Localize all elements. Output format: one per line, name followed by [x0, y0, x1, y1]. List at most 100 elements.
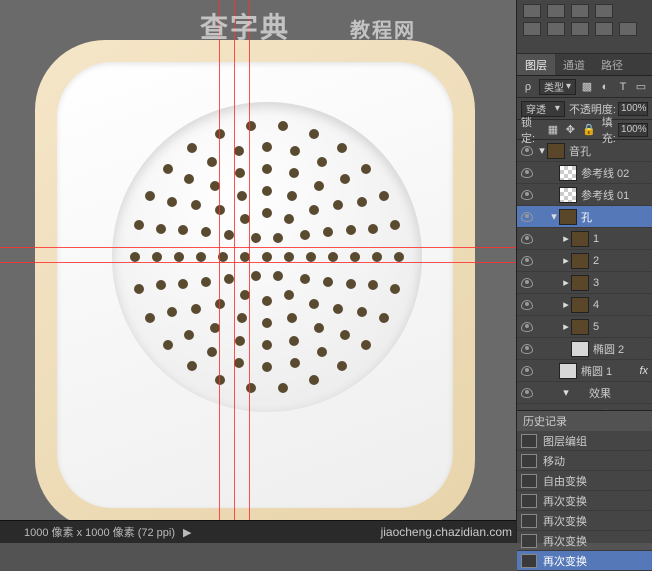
layer-name[interactable]: 4 [593, 299, 599, 311]
visibility-eye-icon[interactable] [521, 344, 533, 354]
history-step-label: 再次变换 [543, 493, 587, 509]
layer-row[interactable]: ▾ 效果 [517, 382, 652, 404]
character-icon[interactable] [595, 4, 613, 18]
guide-horizontal-center[interactable] [0, 262, 516, 263]
disclosure-triangle-icon[interactable]: ▾ [561, 386, 571, 399]
visibility-eye-icon[interactable] [521, 278, 533, 288]
speaker-circle [112, 102, 422, 412]
disclosure-triangle-icon[interactable]: ▸ [561, 254, 571, 267]
history-item[interactable]: 再次变换 [517, 511, 652, 531]
layer-row[interactable]: ▸3 [517, 272, 652, 294]
history-item[interactable]: 再次变换 [517, 491, 652, 511]
history-item[interactable]: 移动 [517, 451, 652, 471]
paragraph-icon[interactable] [571, 22, 589, 36]
layer-name[interactable]: 5 [593, 321, 599, 333]
visibility-eye-icon[interactable] [521, 168, 533, 178]
adjustments-icon[interactable] [523, 22, 541, 36]
speaker-hole [215, 375, 225, 385]
history-item[interactable]: 图层编组 [517, 431, 652, 451]
history-item[interactable]: 再次变换 [517, 531, 652, 551]
disclosure-triangle-icon[interactable]: ▸ [561, 298, 571, 311]
layer-row[interactable]: 内阴影 [517, 404, 652, 410]
chevron-right-icon[interactable]: ▶ [183, 526, 191, 539]
speaker-hole [262, 186, 272, 196]
disclosure-triangle-icon[interactable]: ▾ [549, 210, 559, 223]
lock-all-icon[interactable]: 🔒 [582, 123, 596, 137]
masks-icon[interactable] [595, 22, 613, 36]
guide-vertical-2[interactable] [249, 0, 250, 520]
disclosure-triangle-icon[interactable]: ▸ [561, 320, 571, 333]
visibility-eye-icon[interactable] [521, 146, 533, 156]
filter-type-dropdown[interactable]: 类型▾ [539, 79, 576, 95]
layer-name[interactable]: 参考线 02 [581, 165, 629, 181]
visibility-eye-icon[interactable] [521, 256, 533, 266]
layer-name[interactable]: 参考线 01 [581, 187, 629, 203]
history-panel-title[interactable]: 历史记录 [517, 411, 652, 431]
layer-row[interactable]: ▸5 [517, 316, 652, 338]
disclosure-triangle-icon[interactable]: ▸ [561, 276, 571, 289]
layer-name[interactable]: 椭圆 2 [593, 341, 624, 357]
visibility-eye-icon[interactable] [521, 410, 533, 411]
styles-icon[interactable] [571, 4, 589, 18]
layer-name[interactable]: 效果 [589, 385, 611, 401]
fx-badge[interactable]: fx [639, 365, 648, 377]
speaker-hole [167, 307, 177, 317]
speaker-hole [262, 296, 272, 306]
guide-vertical-center[interactable] [234, 0, 235, 520]
layer-row[interactable]: ▾孔 [517, 206, 652, 228]
folder-icon [559, 209, 577, 225]
brush-icon[interactable] [547, 22, 565, 36]
fill-input[interactable]: 100% [618, 123, 648, 137]
canvas-area[interactable]: 查字典教程网 [0, 0, 516, 520]
tab-channels[interactable]: 通道 [555, 54, 593, 75]
history-item[interactable]: 再次变换 [517, 551, 652, 571]
speaker-hole [174, 252, 184, 262]
layer-row[interactable]: ▸1 [517, 228, 652, 250]
layer-name[interactable]: 2 [593, 255, 599, 267]
layer-row[interactable]: 椭圆 2 [517, 338, 652, 360]
layer-name[interactable]: 3 [593, 277, 599, 289]
speaker-hole [350, 252, 360, 262]
lock-pixels-icon[interactable]: ▦ [547, 123, 558, 137]
layer-name[interactable]: 孔 [581, 209, 592, 225]
layer-row[interactable]: ▾ 音孔 [517, 140, 652, 162]
disclosure-triangle-icon[interactable]: ▾ [537, 144, 547, 157]
guide-horizontal-2[interactable] [0, 247, 516, 248]
guide-vertical-3[interactable] [219, 0, 220, 520]
lock-position-icon[interactable]: ✥ [565, 123, 576, 137]
layer-row[interactable]: 参考线 01 [517, 184, 652, 206]
icon-wood-frame [35, 40, 475, 530]
align-icon[interactable] [523, 4, 541, 18]
filter-pixel-icon[interactable]: ▩ [580, 80, 594, 94]
history-item[interactable]: 自由变换 [517, 471, 652, 491]
layer-row[interactable]: 椭圆 1 fx [517, 360, 652, 382]
layers-tree[interactable]: ▾音孔参考线 02参考线 01▾孔▸1▸2▸3▸4▸5椭圆 2椭圆 1fx▾效果… [517, 140, 652, 410]
visibility-eye-icon[interactable] [521, 190, 533, 200]
visibility-eye-icon[interactable] [521, 322, 533, 332]
filter-adjust-icon[interactable]: ◐ [598, 80, 612, 94]
filter-icon[interactable]: ρ [521, 80, 535, 94]
layer-row[interactable]: ▸4 [517, 294, 652, 316]
visibility-eye-icon[interactable] [521, 212, 533, 222]
layer-name[interactable]: 音孔 [569, 143, 591, 159]
info-icon[interactable] [619, 22, 637, 36]
visibility-eye-icon[interactable] [521, 388, 533, 398]
speaker-hole [191, 304, 201, 314]
layer-row[interactable]: 参考线 02 [517, 162, 652, 184]
layer-row[interactable]: ▸2 [517, 250, 652, 272]
visibility-eye-icon[interactable] [521, 366, 533, 376]
layer-thumbnail [559, 165, 577, 181]
layer-name[interactable]: 内阴影 [601, 407, 634, 411]
visibility-eye-icon[interactable] [521, 300, 533, 310]
speaker-hole [251, 271, 261, 281]
filter-shape-icon[interactable]: ▭ [634, 80, 648, 94]
layer-name[interactable]: 椭圆 1 [581, 363, 612, 379]
visibility-eye-icon[interactable] [521, 234, 533, 244]
swatches-icon[interactable] [547, 4, 565, 18]
tab-paths[interactable]: 路径 [593, 54, 631, 75]
history-list[interactable]: 图层编组移动自由变换再次变换再次变换再次变换再次变换 [517, 431, 652, 571]
layer-name[interactable]: 1 [593, 233, 599, 245]
tab-layers[interactable]: 图层 [517, 54, 555, 75]
disclosure-triangle-icon[interactable]: ▸ [561, 232, 571, 245]
filter-text-icon[interactable]: T [616, 80, 630, 94]
